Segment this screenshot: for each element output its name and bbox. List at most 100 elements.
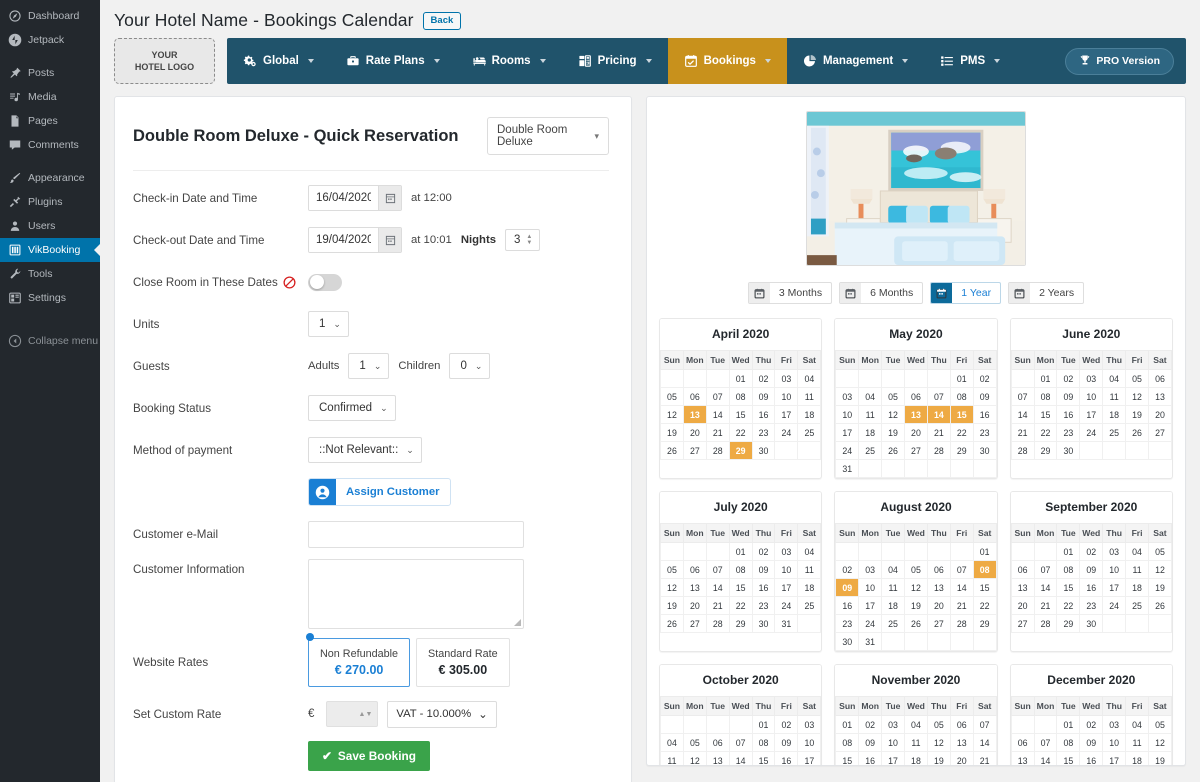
adults-select[interactable]: 1 ⌄	[348, 353, 389, 379]
calendar-day-cell[interactable]: 06	[1149, 370, 1172, 388]
calendar-day-cell[interactable]: 24	[775, 424, 798, 442]
calendar-day-cell[interactable]: 01	[1034, 370, 1057, 388]
calendar-day-cell[interactable]: 03	[836, 388, 859, 406]
calendar-day-cell[interactable]: 03	[1103, 543, 1126, 561]
sidebar-item-vikbooking[interactable]: VikBooking	[0, 238, 100, 262]
calendar-day-cell[interactable]: 04	[661, 734, 684, 752]
calendar-day-cell[interactable]: 15	[752, 752, 775, 767]
period-button-1-year[interactable]: 1 Year	[930, 282, 1001, 304]
custom-rate-input[interactable]: ▲▼	[326, 701, 378, 727]
calendar-day-cell[interactable]: 26	[661, 615, 684, 633]
calendar-day-cell[interactable]: 17	[1080, 406, 1103, 424]
calendar-day-cell[interactable]: 17	[1103, 579, 1126, 597]
calendar-day-cell[interactable]: 23	[836, 615, 859, 633]
calendar-day-cell[interactable]: 02	[752, 543, 775, 561]
calendar-day-cell[interactable]: 16	[1080, 752, 1103, 767]
calendar-day-cell[interactable]: 12	[661, 406, 684, 424]
calendar-day-cell[interactable]: 13	[1011, 579, 1034, 597]
calendar-day-cell[interactable]: 18	[859, 424, 882, 442]
calendar-day-cell[interactable]: 10	[882, 734, 905, 752]
calendar-day-cell[interactable]: 01	[752, 716, 775, 734]
checkin-calendar-icon[interactable]	[378, 186, 401, 210]
calendar-day-cell[interactable]: 11	[1126, 561, 1149, 579]
calendar-day-cell[interactable]: 17	[775, 579, 798, 597]
calendar-day-cell[interactable]: 02	[752, 370, 775, 388]
calendar-day-cell[interactable]: 16	[1080, 579, 1103, 597]
calendar-day-cell[interactable]: 17	[775, 406, 798, 424]
calendar-day-cell[interactable]: 15	[729, 406, 752, 424]
nav-item-global[interactable]: Global	[227, 38, 330, 84]
calendar-day-cell[interactable]: 21	[1011, 424, 1034, 442]
calendar-day-cell[interactable]: 15	[836, 752, 859, 767]
calendar-day-cell[interactable]: 17	[798, 752, 821, 767]
calendar-day-cell[interactable]: 01	[836, 716, 859, 734]
calendar-day-cell[interactable]: 02	[859, 716, 882, 734]
calendar-day-cell[interactable]: 19	[1149, 752, 1172, 767]
calendar-day-cell[interactable]: 28	[1034, 615, 1057, 633]
calendar-day-cell[interactable]: 13	[927, 579, 950, 597]
calendar-day-cell[interactable]: 07	[706, 388, 729, 406]
calendar-day-cell[interactable]: 21	[706, 597, 729, 615]
customer-info-textarea[interactable]	[308, 559, 524, 629]
calendar-day-cell[interactable]: 18	[882, 597, 905, 615]
calendar-day-cell[interactable]: 11	[859, 406, 882, 424]
calendar-day-cell[interactable]: 20	[950, 752, 973, 767]
sidebar-item-dashboard[interactable]: Dashboard	[0, 4, 100, 28]
calendar-day-cell[interactable]: 24	[1103, 597, 1126, 615]
calendar-day-cell[interactable]: 13	[905, 406, 928, 424]
calendar-day-cell[interactable]: 21	[973, 752, 996, 767]
nav-item-bookings[interactable]: Bookings	[668, 38, 787, 84]
period-button-3-months[interactable]: 3 Months	[748, 282, 832, 304]
calendar-day-cell[interactable]: 09	[1080, 734, 1103, 752]
calendar-day-cell[interactable]: 09	[973, 388, 996, 406]
calendar-day-cell[interactable]: 04	[859, 388, 882, 406]
calendar-day-cell[interactable]: 25	[1103, 424, 1126, 442]
calendar-day-cell[interactable]: 25	[1126, 597, 1149, 615]
calendar-day-cell[interactable]: 26	[882, 442, 905, 460]
calendar-day-cell[interactable]: 30	[973, 442, 996, 460]
calendar-day-cell[interactable]: 19	[661, 597, 684, 615]
assign-customer-button[interactable]: Assign Customer	[308, 478, 451, 506]
calendar-day-cell[interactable]: 19	[1149, 579, 1172, 597]
calendar-day-cell[interactable]: 11	[798, 388, 821, 406]
calendar-day-cell[interactable]: 16	[859, 752, 882, 767]
calendar-day-cell[interactable]: 03	[1103, 716, 1126, 734]
calendar-day-cell[interactable]: 08	[1057, 734, 1080, 752]
calendar-day-cell[interactable]: 06	[927, 561, 950, 579]
sidebar-item-comments[interactable]: Comments	[0, 133, 100, 157]
calendar-day-cell[interactable]: 24	[836, 442, 859, 460]
calendar-day-cell[interactable]: 24	[859, 615, 882, 633]
calendar-day-cell[interactable]: 29	[1034, 442, 1057, 460]
calendar-day-cell[interactable]: 17	[836, 424, 859, 442]
calendar-day-cell[interactable]: 10	[1080, 388, 1103, 406]
calendar-day-cell[interactable]: 18	[798, 579, 821, 597]
nights-stepper[interactable]: 3 ▲▼	[505, 229, 540, 251]
calendar-day-cell[interactable]: 03	[798, 716, 821, 734]
calendar-day-cell[interactable]: 27	[683, 615, 706, 633]
calendar-day-cell[interactable]: 03	[859, 561, 882, 579]
calendar-day-cell[interactable]: 10	[798, 734, 821, 752]
calendar-day-cell[interactable]: 13	[1149, 388, 1172, 406]
calendar-day-cell[interactable]: 26	[905, 615, 928, 633]
calendar-day-cell[interactable]: 25	[859, 442, 882, 460]
calendar-day-cell[interactable]: 07	[950, 561, 973, 579]
calendar-day-cell[interactable]: 10	[1103, 734, 1126, 752]
calendar-day-cell[interactable]: 28	[950, 615, 973, 633]
calendar-day-cell[interactable]: 06	[950, 716, 973, 734]
calendar-day-cell[interactable]: 21	[706, 424, 729, 442]
customer-email-input[interactable]	[308, 521, 524, 548]
calendar-day-cell[interactable]: 26	[661, 442, 684, 460]
period-button-6-months[interactable]: 6 Months	[839, 282, 923, 304]
calendar-day-cell[interactable]: 11	[798, 561, 821, 579]
calendar-day-cell[interactable]: 15	[1034, 406, 1057, 424]
calendar-day-cell[interactable]: 10	[836, 406, 859, 424]
calendar-day-cell[interactable]: 27	[905, 442, 928, 460]
calendar-day-cell[interactable]: 03	[1080, 370, 1103, 388]
calendar-day-cell[interactable]: 06	[1011, 734, 1034, 752]
calendar-day-cell[interactable]: 14	[706, 579, 729, 597]
calendar-day-cell[interactable]: 09	[775, 734, 798, 752]
calendar-day-cell[interactable]: 16	[836, 597, 859, 615]
calendar-day-cell[interactable]: 02	[1057, 370, 1080, 388]
calendar-day-cell[interactable]: 02	[1080, 543, 1103, 561]
calendar-day-cell[interactable]: 11	[905, 734, 928, 752]
